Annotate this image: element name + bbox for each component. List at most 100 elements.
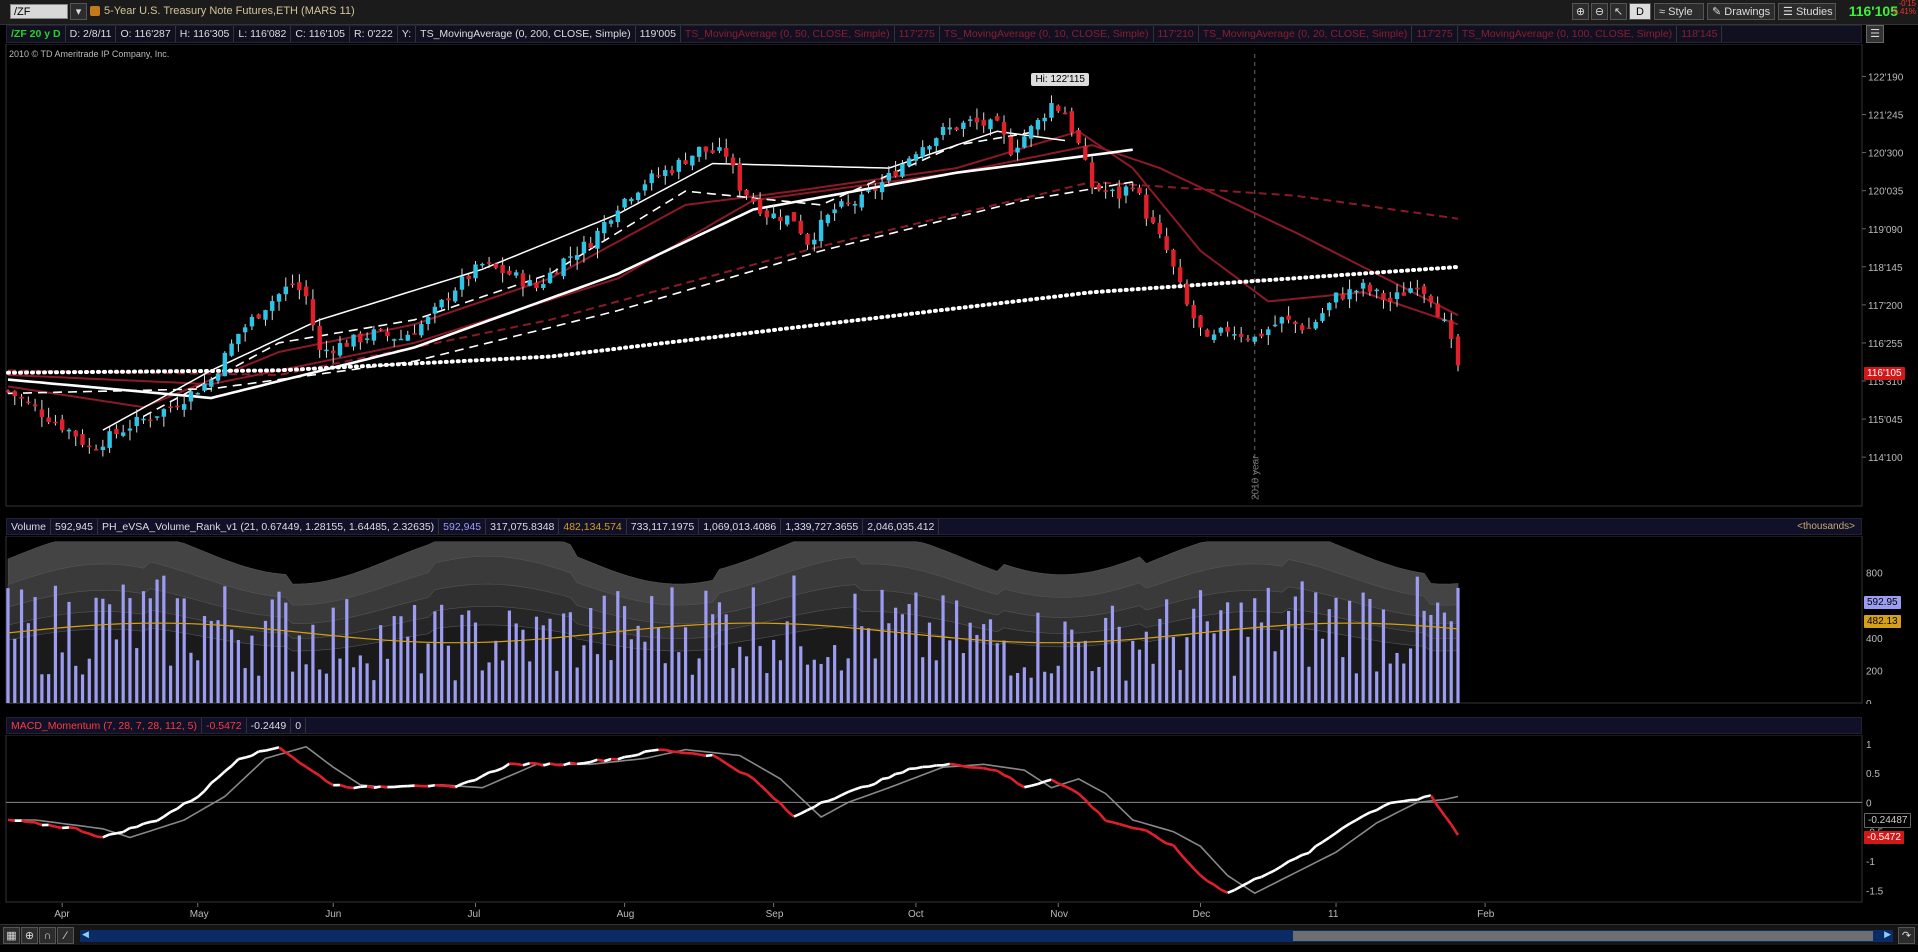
macd-segment xyxy=(820,799,829,804)
zoom-in-icon[interactable]: ⊕ xyxy=(1572,3,1589,20)
ma10-name[interactable]: TS_MovingAverage (0, 10, CLOSE, Simple) xyxy=(940,26,1154,42)
macd-segment xyxy=(1227,888,1235,895)
macd-segment xyxy=(671,750,679,754)
volume-bar xyxy=(1226,602,1230,703)
bar-high: H: 116'305 xyxy=(176,26,235,42)
link-color-icon[interactable] xyxy=(90,6,100,16)
time-scrollbar[interactable]: ◀ ▶ xyxy=(80,930,1893,942)
volume-bar xyxy=(948,640,952,703)
ma100-name[interactable]: TS_MovingAverage (0, 100, CLOSE, Simple) xyxy=(1458,26,1678,42)
chart-settings-icon[interactable]: ☰ xyxy=(1866,25,1884,43)
candle-body xyxy=(947,127,953,130)
volume-bar xyxy=(1063,621,1067,703)
candle-body xyxy=(622,198,627,208)
candle-body xyxy=(1198,315,1203,328)
scrollbar-thumb[interactable] xyxy=(1293,931,1873,941)
candle-body xyxy=(663,170,668,176)
macd-segment xyxy=(1362,811,1371,818)
volume-bar xyxy=(704,590,708,703)
symbol-period[interactable]: /ZF 20 y D xyxy=(7,26,66,42)
scroll-right-icon[interactable]: ▶ xyxy=(1884,930,1891,940)
volume-bar xyxy=(101,598,105,703)
price-tick-label: 121'245 xyxy=(1868,111,1904,122)
grid-layout-icon[interactable]: ▦ xyxy=(3,927,20,944)
macd-zero-value: 0 xyxy=(291,718,307,733)
macd-segment xyxy=(1192,867,1202,877)
zoom-out-icon[interactable]: ⊖ xyxy=(1591,3,1608,20)
macd-segment xyxy=(488,769,497,774)
macd-study-name[interactable]: MACD_Momentum (7, 28, 7, 28, 112, 5) xyxy=(7,718,202,733)
ma200-name[interactable]: TS_MovingAverage (0, 200, CLOSE, Simple) xyxy=(416,26,636,42)
candle-body xyxy=(161,409,167,417)
candle-body xyxy=(1279,317,1285,324)
candle-body xyxy=(1028,126,1034,139)
period-button[interactable]: D xyxy=(1629,3,1651,20)
candle-body xyxy=(805,233,810,245)
candle-body xyxy=(276,294,282,302)
candle-body xyxy=(608,220,614,224)
candle-body xyxy=(19,396,24,399)
expand-icon[interactable]: ↷ xyxy=(1898,927,1915,944)
candle-body xyxy=(1232,334,1237,336)
candle-body xyxy=(724,147,729,157)
macd-segment xyxy=(373,785,381,790)
candle-body xyxy=(1306,327,1312,329)
volume-chart[interactable]: 0200400600800 xyxy=(0,536,1918,704)
volume-info-bar: Volume 592,945 PH_eVSA_Volume_Rank_v1 (21,… xyxy=(6,518,1862,535)
magnet-icon[interactable]: ∩ xyxy=(39,927,56,944)
volume-bar xyxy=(555,670,559,703)
candle-body xyxy=(1266,329,1271,335)
candle-body xyxy=(1313,322,1318,329)
volume-bar xyxy=(724,614,728,703)
price-chart[interactable]: 122'190 121'245 120'300 120'035 119'090 118'1… xyxy=(0,44,1918,507)
volume-bar xyxy=(744,656,749,703)
studies-button[interactable]: ☰ Studies xyxy=(1778,3,1836,20)
instrument-title: 5-Year U.S. Treasury Note Futures,ETH (M… xyxy=(104,5,355,17)
macd-segment xyxy=(1355,814,1364,822)
volume-label[interactable]: Volume xyxy=(7,519,52,534)
macd-segment xyxy=(597,758,605,763)
volume-bar xyxy=(202,616,207,703)
bar-range: R: 0'222 xyxy=(350,26,398,42)
candle-body xyxy=(1225,326,1230,332)
candle-body xyxy=(778,216,783,222)
scroll-left-icon[interactable]: ◀ xyxy=(82,930,89,940)
macd-segment xyxy=(1037,780,1046,786)
cursor-icon[interactable]: ↖ xyxy=(1610,3,1627,20)
candle-body xyxy=(520,273,526,287)
crosshair-icon[interactable]: ⊕ xyxy=(21,927,38,944)
drawings-button[interactable]: ✎ Drawings xyxy=(1707,3,1775,20)
candle-body xyxy=(574,255,580,260)
symbol-dropdown-button[interactable]: ▾ xyxy=(70,3,87,20)
candle-body xyxy=(798,220,803,234)
volume-bar xyxy=(670,587,674,703)
candle-body xyxy=(859,194,864,208)
macd-segment xyxy=(21,819,29,824)
candle-body xyxy=(1381,292,1386,300)
ma50-name[interactable]: TS_MovingAverage (0, 50, CLOSE, Simple) xyxy=(681,26,895,42)
candle-body xyxy=(263,310,268,320)
macd-segment xyxy=(102,833,111,839)
candle-body xyxy=(127,428,133,431)
macd-segment xyxy=(570,761,578,766)
macd-chart[interactable]: 10.50-0.5-1-1.5 xyxy=(0,735,1918,903)
draw-line-icon[interactable]: ∕ xyxy=(57,927,74,944)
macd-segment xyxy=(360,784,368,789)
volume-bar xyxy=(311,624,315,703)
candle-body xyxy=(1408,288,1413,293)
volume-study-name[interactable]: PH_eVSA_Volume_Rank_v1 (21, 0.67449, 1.2… xyxy=(98,519,440,534)
macd-segment xyxy=(1112,821,1120,826)
volume-bar xyxy=(1354,673,1358,703)
candle-body xyxy=(995,116,1000,121)
volume-bar xyxy=(182,598,186,703)
white-ma-line xyxy=(102,130,1066,431)
ma20-name[interactable]: TS_MovingAverage (0, 20, CLOSE, Simple) xyxy=(1199,26,1413,42)
style-button[interactable]: ≈ Style xyxy=(1654,3,1704,20)
candle-body xyxy=(141,418,146,421)
last-price-tag: 116'105 xyxy=(1864,367,1905,380)
volume-bar xyxy=(365,663,369,703)
symbol-input[interactable] xyxy=(10,4,68,19)
macd-segment xyxy=(1044,778,1052,783)
macd-segment xyxy=(468,778,476,783)
candle-body xyxy=(181,404,187,410)
